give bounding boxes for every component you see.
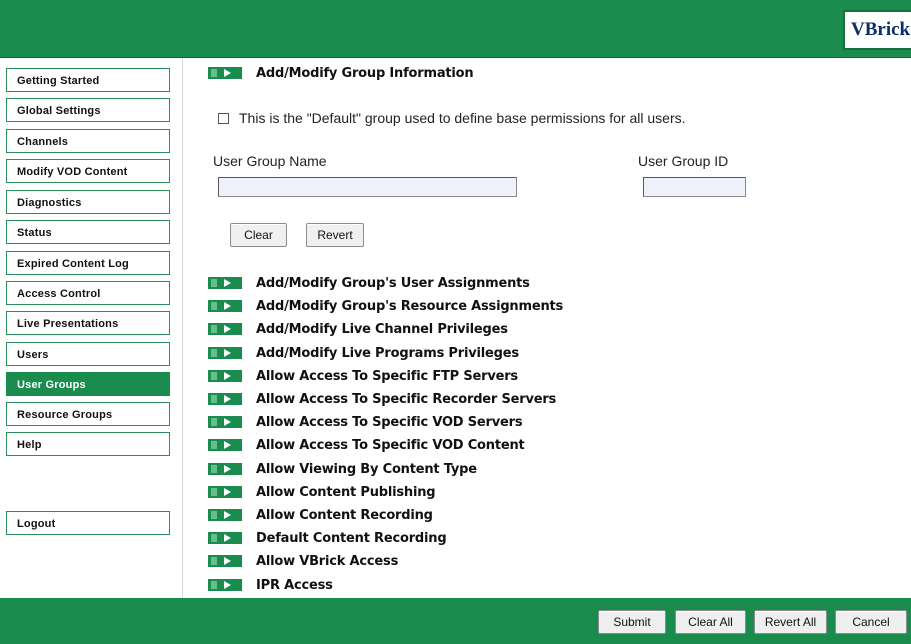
- default-group-label: This is the "Default" group used to defi…: [239, 110, 686, 126]
- section-label[interactable]: Default Content Recording: [256, 531, 447, 546]
- default-group-checkbox[interactable]: [218, 112, 229, 124]
- sidebar-item-channels[interactable]: Channels: [6, 129, 170, 153]
- section-label[interactable]: Add/Modify Live Programs Privileges: [256, 346, 519, 361]
- section-row: Add/Modify Live Programs Privileges: [208, 345, 519, 361]
- section-label[interactable]: Allow Access To Specific VOD Servers: [256, 415, 523, 430]
- expand-arrow-icon[interactable]: [208, 416, 242, 428]
- header-bar: VBrick: [0, 0, 911, 58]
- expand-arrow-icon[interactable]: [208, 393, 242, 405]
- expand-arrow-icon[interactable]: [208, 486, 242, 498]
- expand-arrow-icon[interactable]: [208, 463, 242, 475]
- section-row: Allow Content Recording: [208, 507, 433, 523]
- section-label[interactable]: Add/Modify Group's Resource Assignments: [256, 299, 563, 314]
- expand-arrow-icon[interactable]: [208, 555, 242, 567]
- section-row: Allow Access To Specific VOD Servers: [208, 414, 523, 430]
- section-row: Allow Content Publishing: [208, 484, 436, 500]
- vbrick-logo: VBrick: [843, 10, 911, 50]
- sidebar-item-resource-groups[interactable]: Resource Groups: [6, 402, 170, 426]
- section-row: Add/Modify Group's Resource Assignments: [208, 298, 563, 314]
- user-group-name-label: User Group Name: [213, 153, 327, 169]
- clear-all-button[interactable]: Clear All: [675, 610, 746, 634]
- expand-arrow-icon[interactable]: [208, 300, 242, 312]
- expand-arrow-icon[interactable]: [208, 579, 242, 591]
- logout-button[interactable]: Logout: [6, 511, 170, 535]
- main-content: Add/Modify Group Information This is the…: [188, 58, 908, 598]
- expand-arrow-icon[interactable]: [208, 370, 242, 382]
- revert-all-button[interactable]: Revert All: [754, 610, 827, 634]
- sidebar-item-live-presentations[interactable]: Live Presentations: [6, 311, 170, 335]
- section-label[interactable]: IPR Access: [256, 578, 333, 593]
- revert-button[interactable]: Revert: [306, 223, 364, 247]
- expand-arrow-icon[interactable]: [208, 509, 242, 521]
- section-label[interactable]: Allow Access To Specific Recorder Server…: [256, 392, 556, 407]
- sidebar-item-expired-content-log[interactable]: Expired Content Log: [6, 251, 170, 275]
- section-label[interactable]: Allow Access To Specific FTP Servers: [256, 369, 518, 384]
- sidebar-item-access-control[interactable]: Access Control: [6, 281, 170, 305]
- group-info-title: Add/Modify Group Information: [256, 65, 474, 81]
- section-label[interactable]: Add/Modify Live Channel Privileges: [256, 322, 508, 337]
- section-label[interactable]: Allow Viewing By Content Type: [256, 462, 477, 477]
- section-row: Allow Access To Specific Recorder Server…: [208, 391, 556, 407]
- expand-arrow-icon[interactable]: [208, 347, 242, 359]
- section-label[interactable]: Add/Modify Group's User Assignments: [256, 276, 530, 291]
- sidebar-item-users[interactable]: Users: [6, 342, 170, 366]
- section-row: Allow Access To Specific VOD Content: [208, 437, 525, 453]
- sidebar-item-user-groups[interactable]: User Groups: [6, 372, 170, 396]
- sidebar-item-global-settings[interactable]: Global Settings: [6, 98, 170, 122]
- submit-button[interactable]: Submit: [598, 610, 666, 634]
- section-row: Add/Modify Group's User Assignments: [208, 275, 530, 291]
- user-group-id-input[interactable]: [643, 177, 746, 197]
- expand-arrow-icon[interactable]: [208, 439, 242, 451]
- section-row: Allow Access To Specific FTP Servers: [208, 368, 518, 384]
- section-row: Allow Viewing By Content Type: [208, 461, 477, 477]
- section-label[interactable]: Allow Content Recording: [256, 508, 433, 523]
- sidebar-item-getting-started[interactable]: Getting Started: [6, 68, 170, 92]
- footer-bar: Submit Clear All Revert All Cancel: [0, 598, 911, 644]
- section-label[interactable]: Allow VBrick Access: [256, 554, 398, 569]
- sidebar-item-status[interactable]: Status: [6, 220, 170, 244]
- section-label[interactable]: Allow Access To Specific VOD Content: [256, 438, 525, 453]
- expand-arrow-icon[interactable]: [208, 323, 242, 335]
- default-group-option: This is the "Default" group used to defi…: [218, 110, 686, 126]
- sidebar-item-diagnostics[interactable]: Diagnostics: [6, 190, 170, 214]
- expand-arrow-icon[interactable]: [208, 67, 242, 79]
- expand-arrow-icon[interactable]: [208, 277, 242, 289]
- expand-arrow-icon[interactable]: [208, 532, 242, 544]
- section-row: Default Content Recording: [208, 530, 447, 546]
- user-group-id-label: User Group ID: [638, 153, 729, 169]
- section-row: Allow VBrick Access: [208, 553, 398, 569]
- section-label[interactable]: Allow Content Publishing: [256, 485, 436, 500]
- user-group-name-input[interactable]: [218, 177, 517, 197]
- clear-button[interactable]: Clear: [230, 223, 287, 247]
- sidebar-item-modify-vod-content[interactable]: Modify VOD Content: [6, 159, 170, 183]
- group-info-header: Add/Modify Group Information: [208, 65, 474, 81]
- sidebar-item-help[interactable]: Help: [6, 432, 170, 456]
- cancel-button[interactable]: Cancel: [835, 610, 907, 634]
- sidebar-divider: [182, 58, 183, 598]
- section-row: Add/Modify Live Channel Privileges: [208, 321, 508, 337]
- section-row: IPR Access: [208, 577, 333, 593]
